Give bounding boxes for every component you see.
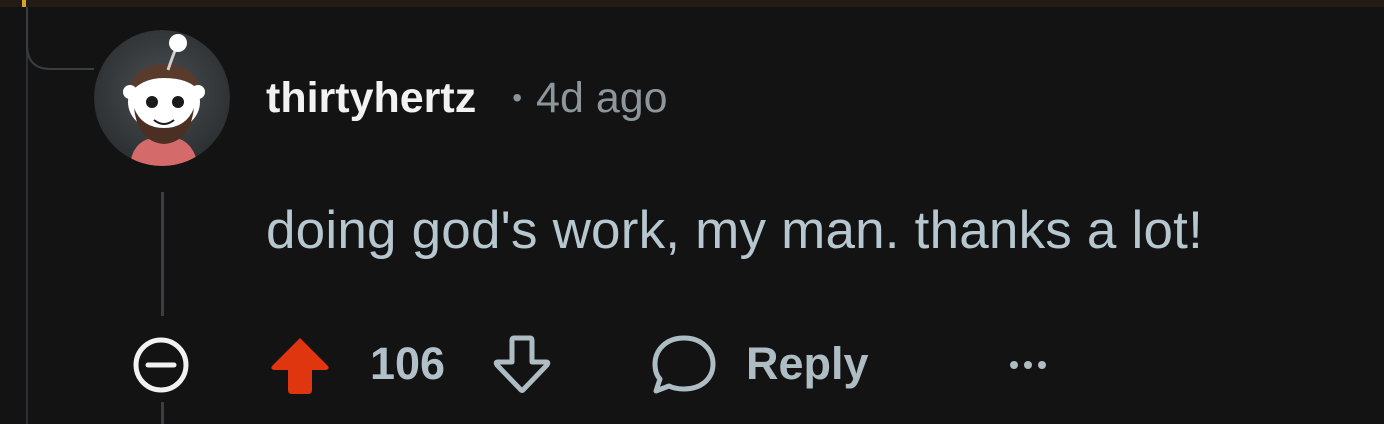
- collapse-button[interactable]: [131, 335, 191, 395]
- downvote-arrow-icon: [493, 335, 551, 393]
- comment-thread-line-lower[interactable]: [161, 402, 164, 424]
- comment-body: doing god's work, my man. thanks a lot!: [266, 201, 1204, 260]
- upvote-arrow-icon: [271, 338, 329, 394]
- comment-view: thirtyhertz • 4d ago doing god's work, m…: [0, 0, 1384, 424]
- reply-button[interactable]: Reply: [650, 332, 869, 396]
- vote-score: 106: [370, 338, 446, 389]
- comment-meta: thirtyhertz • 4d ago: [266, 70, 668, 126]
- reply-label: Reply: [746, 338, 869, 389]
- parent-accent-marker: [22, 0, 26, 7]
- avatar[interactable]: [94, 30, 230, 166]
- thread-connector: [26, 7, 94, 70]
- snoo-avatar-icon: [94, 30, 230, 166]
- ellipsis-icon: [1010, 361, 1046, 369]
- comment-timestamp[interactable]: 4d ago: [536, 74, 668, 123]
- parent-comment-edge: [0, 0, 1384, 7]
- upvote-button[interactable]: [268, 334, 332, 396]
- downvote-button[interactable]: [490, 332, 554, 396]
- minus-circle-icon: [133, 337, 189, 393]
- speech-bubble-icon: [652, 335, 716, 394]
- meta-separator: •: [512, 82, 523, 113]
- more-options-button[interactable]: [1003, 345, 1053, 385]
- comment-thread-line[interactable]: [161, 192, 164, 316]
- author-username[interactable]: thirtyhertz: [266, 74, 476, 123]
